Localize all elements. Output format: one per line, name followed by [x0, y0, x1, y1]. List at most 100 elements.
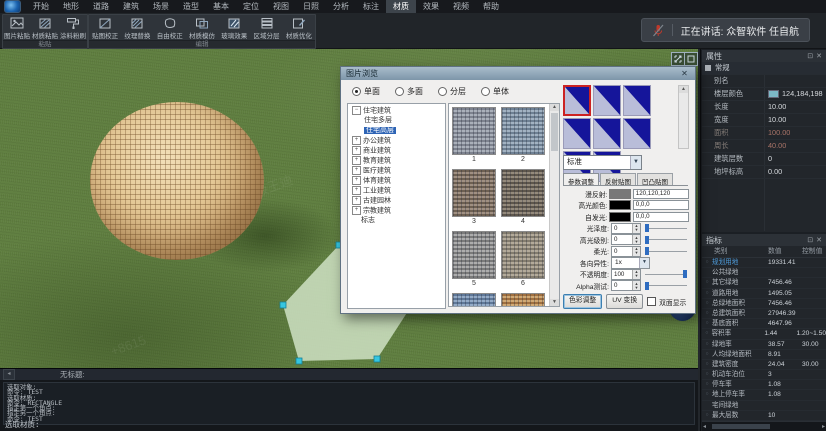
close-icon[interactable]: ✕: [816, 236, 822, 244]
texture-thumbnail[interactable]: 6: [501, 231, 545, 288]
close-icon[interactable]: ✕: [816, 52, 822, 60]
spinner-arrows-icon[interactable]: ▲▼: [632, 270, 640, 279]
glossiness-slider[interactable]: [645, 224, 687, 233]
expand-icon[interactable]: +: [352, 206, 361, 215]
specular-level-slider[interactable]: [645, 235, 687, 244]
tree-item[interactable]: +医疗建筑: [348, 166, 445, 176]
scroll-up-icon[interactable]: ▲: [679, 86, 688, 93]
texture-grid-scrollbar[interactable]: ▲: [678, 85, 689, 149]
scroll-thumb[interactable]: [712, 424, 770, 429]
tree-item[interactable]: +办公建筑: [348, 136, 445, 146]
expand-icon[interactable]: +: [352, 146, 361, 155]
collapse-icon[interactable]: −: [352, 106, 361, 115]
double-sided-checkbox[interactable]: 双面显示: [647, 297, 686, 307]
expand-icon[interactable]: +: [352, 156, 361, 165]
scroll-right-icon[interactable]: ▸: [822, 423, 825, 430]
radio-layered[interactable]: 分层: [438, 86, 466, 97]
spinner-arrows-icon[interactable]: ▲▼: [632, 281, 640, 290]
radio-single-body[interactable]: 单体: [481, 86, 509, 97]
slider-thumb[interactable]: [645, 247, 649, 255]
menu-tab-material-selected[interactable]: 材质: [386, 0, 416, 13]
scroll-thumb[interactable]: [551, 113, 558, 151]
ribbon-button-material-optimize[interactable]: 材质优化: [283, 15, 315, 40]
slider-thumb[interactable]: [645, 224, 649, 232]
tree-item[interactable]: −住宅建筑: [348, 106, 445, 116]
texture-thumbnail[interactable]: 8: [501, 293, 545, 307]
tree-item[interactable]: +教育建筑: [348, 156, 445, 166]
ribbon-button-map-correct[interactable]: 贴图校正: [89, 15, 121, 40]
texture-thumbnail[interactable]: 1: [452, 107, 496, 164]
color-swatch[interactable]: [768, 90, 779, 98]
spinner-arrows-icon[interactable]: ▲▼: [632, 247, 640, 256]
wicker-dome-model[interactable]: [90, 102, 264, 260]
tab-bump-map[interactable]: 凹凸贴图: [637, 173, 673, 185]
specular-color-swatch[interactable]: [609, 200, 630, 210]
texture-tile-selected[interactable]: [563, 85, 591, 116]
ribbon-button-material-paste[interactable]: 材质粘贴: [31, 15, 59, 40]
menu-tab[interactable]: 分析: [326, 0, 356, 13]
texture-tile[interactable]: [593, 118, 621, 149]
ribbon-button-material-imitate[interactable]: 材质模仿: [186, 15, 218, 40]
property-row[interactable]: 建筑层数0: [702, 153, 826, 166]
ribbon-button-paint-brush[interactable]: 涂料粉刷: [59, 15, 87, 40]
command-tab-label[interactable]: 无标题:: [60, 369, 85, 380]
color-adjust-button[interactable]: 色彩调整: [563, 294, 602, 309]
texture-tile[interactable]: [623, 85, 651, 116]
menu-tab[interactable]: 日照: [296, 0, 326, 13]
texture-thumbnail[interactable]: 7: [452, 293, 496, 307]
ribbon-button-picture-paste[interactable]: 图片粘贴: [3, 15, 31, 40]
slider-thumb[interactable]: [645, 282, 649, 290]
slider-thumb[interactable]: [645, 236, 649, 244]
soften-slider[interactable]: [645, 247, 687, 256]
fullscreen-icon[interactable]: [684, 52, 698, 66]
property-row[interactable]: 宽度10.00: [702, 114, 826, 127]
property-row[interactable]: 长度10.00: [702, 101, 826, 114]
menu-tab[interactable]: 道路: [86, 0, 116, 13]
opacity-slider[interactable]: [645, 270, 687, 279]
fit-view-icon[interactable]: [671, 52, 685, 66]
tree-item[interactable]: +工业建筑: [348, 186, 445, 196]
texture-tile[interactable]: [563, 118, 591, 149]
diffuse-value-input[interactable]: 120,120,120: [633, 189, 689, 199]
texture-thumbnail[interactable]: 2: [501, 107, 545, 164]
collapse-panel-icon[interactable]: ◂: [3, 369, 15, 380]
alpha-test-spinner[interactable]: 0▲▼: [611, 280, 641, 291]
tree-item[interactable]: +体育建筑: [348, 176, 445, 186]
menu-tab[interactable]: 建筑: [116, 0, 146, 13]
tree-item[interactable]: 标志: [348, 216, 445, 226]
menu-tab[interactable]: 视图: [266, 0, 296, 13]
self-illum-value-input[interactable]: 0,0,0: [633, 212, 689, 222]
menu-tab[interactable]: 定位: [236, 0, 266, 13]
tree-item[interactable]: +古建园林: [348, 196, 445, 206]
preset-dropdown[interactable]: 标准 ▼: [563, 155, 642, 170]
anisotropy-dropdown[interactable]: 1x▼: [611, 257, 650, 269]
menu-tab[interactable]: 效果: [416, 0, 446, 13]
radio-multi-face[interactable]: 多面: [395, 86, 423, 97]
pin-icon[interactable]: ⊡: [807, 236, 813, 244]
slider-thumb[interactable]: [683, 270, 687, 278]
texture-thumbnail[interactable]: 3: [452, 169, 496, 226]
menu-tab[interactable]: 帮助: [476, 0, 506, 13]
specular-value-input[interactable]: 0,0,0: [633, 200, 689, 210]
scroll-up-icon[interactable]: ▲: [550, 104, 559, 111]
radio-single-face[interactable]: 单面: [352, 86, 380, 97]
menu-tab[interactable]: 标注: [356, 0, 386, 13]
expand-icon[interactable]: +: [352, 196, 361, 205]
property-row[interactable]: 楼层颜色124,184,198: [702, 88, 826, 101]
opacity-spinner[interactable]: 100▲▼: [611, 269, 641, 280]
menu-tab[interactable]: 视频: [446, 0, 476, 13]
spinner-arrows-icon[interactable]: ▲▼: [632, 235, 640, 244]
menu-tab[interactable]: 地形: [56, 0, 86, 13]
texture-tile[interactable]: [623, 118, 651, 149]
property-row[interactable]: 别名: [702, 75, 826, 88]
menu-tab[interactable]: 基本: [206, 0, 236, 13]
menu-tab[interactable]: 造型: [176, 0, 206, 13]
soften-spinner[interactable]: 0▲▼: [611, 246, 641, 257]
tree-item[interactable]: +宗教建筑: [348, 206, 445, 216]
dialog-title-bar[interactable]: 图片浏览 ✕: [341, 67, 695, 80]
command-input[interactable]: 选取材质:: [5, 419, 40, 430]
pin-icon[interactable]: ⊡: [807, 52, 813, 60]
ribbon-button-texture-replace[interactable]: 纹理替换: [121, 15, 153, 40]
app-logo-icon[interactable]: [4, 0, 21, 13]
texture-thumbnail[interactable]: 5: [452, 231, 496, 288]
